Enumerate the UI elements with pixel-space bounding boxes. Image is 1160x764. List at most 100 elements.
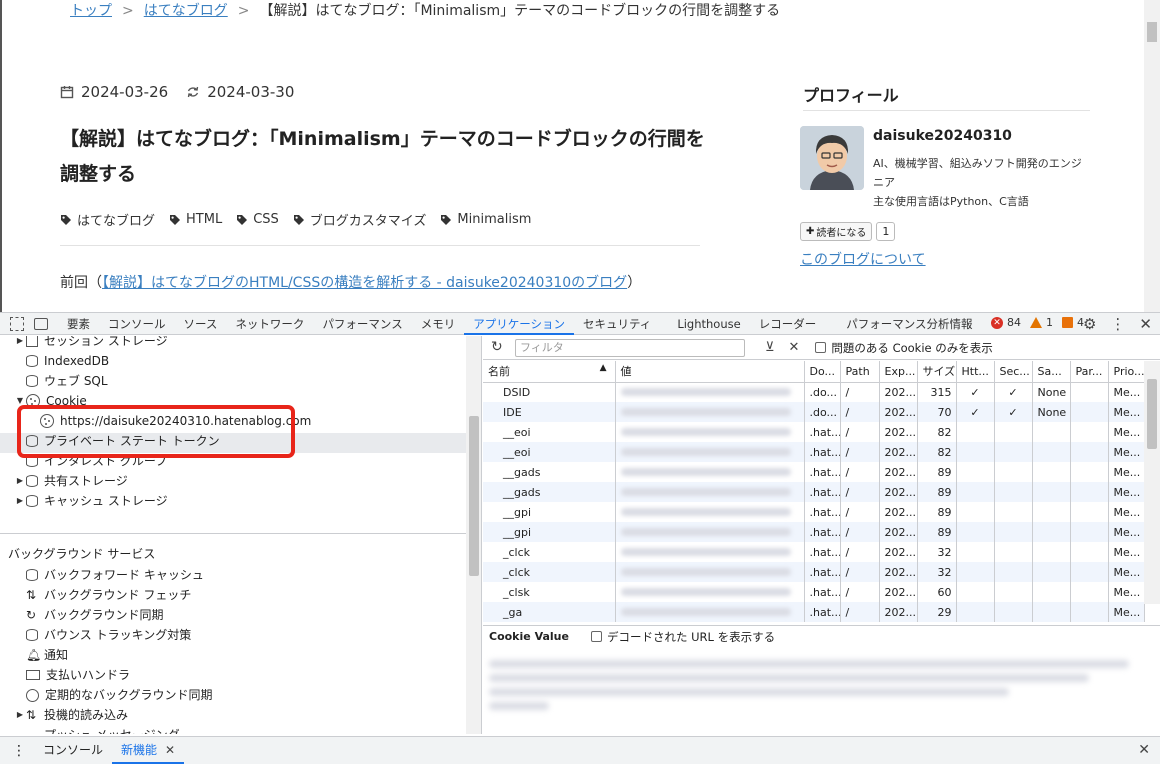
column-header[interactable]: 値 — [615, 361, 805, 383]
column-header[interactable]: サイズ — [917, 361, 957, 383]
delete-selected-icon[interactable]: ✕ — [789, 340, 800, 355]
tab-memory[interactable]: メモリ — [412, 313, 465, 335]
table-row[interactable]: _clsk .hat.../202... 60 Me... — [483, 582, 1145, 602]
more-vertical-icon[interactable]: ⋮ — [1110, 315, 1125, 333]
tag-item[interactable]: ブログカスタマイズ — [293, 210, 426, 229]
drawer-close-icon[interactable]: ✕ — [1138, 742, 1150, 758]
tree-item-websql[interactable]: ウェブ SQL — [14, 371, 108, 391]
decode-url-checkbox[interactable] — [590, 631, 602, 642]
profile-name[interactable]: daisuke20240310 — [873, 128, 1012, 144]
clear-all-icon[interactable]: ⊻ — [765, 340, 775, 355]
refresh-icon[interactable]: ↻ — [491, 339, 503, 355]
follow-button[interactable]: ✚ 読者になる — [800, 222, 873, 241]
tree-item-push-messaging[interactable]: ☁プッシュ メッセージング — [26, 725, 180, 734]
tree-item-periodic-sync[interactable]: 定期的なバックグラウンド同期 — [26, 685, 213, 705]
cookie-secure — [994, 442, 1033, 462]
cookie-size: 82 — [917, 442, 957, 462]
tree-item-session-storage[interactable]: ▶ セッション ストレージ — [14, 336, 168, 351]
table-row[interactable]: _clck .hat.../202... 32 Me... — [483, 562, 1145, 582]
close-icon[interactable]: ✕ — [1139, 315, 1152, 333]
tree-item-cache-storage[interactable]: ▶ キャッシュ ストレージ — [14, 491, 168, 511]
tree-item-speculative-loads[interactable]: ▶ ⇅ 投機的読み込み — [14, 705, 128, 725]
column-header[interactable]: Prio... — [1108, 361, 1145, 383]
tree-item-bfcache[interactable]: バックフォワード キャッシュ — [26, 565, 204, 585]
tag-item[interactable]: Minimalism — [440, 210, 531, 229]
cookie-value-redacted — [489, 654, 1149, 716]
column-header[interactable]: Exp... — [879, 361, 918, 383]
article-tags: はてなブログ HTML CSS ブログカスタマイズ Minimalism — [60, 210, 545, 229]
tree-item-bounce-tracking[interactable]: バウンス トラッキング対策 — [26, 625, 191, 645]
tag-item[interactable]: はてなブログ — [60, 210, 155, 229]
tab-console[interactable]: コンソール — [99, 313, 175, 335]
cookie-name: IDE — [483, 402, 616, 422]
tab-application[interactable]: アプリケーション — [464, 313, 574, 335]
table-row[interactable]: _clck .hat.../202... 32 Me... — [483, 542, 1145, 562]
cookie-samesite — [1032, 482, 1071, 502]
tab-performance[interactable]: パフォーマンス — [313, 313, 411, 335]
expand-arrow-icon[interactable]: ▶ — [14, 471, 26, 491]
drawer-tab-whats-new[interactable]: 新機能 ✕ — [112, 737, 185, 764]
gear-icon[interactable]: ⚙ — [1083, 315, 1096, 333]
drawer-tab-console[interactable]: コンソール — [34, 737, 112, 764]
column-header[interactable]: Sec... — [994, 361, 1033, 383]
table-row[interactable]: __gads .hat.../202... 89 Me... — [483, 482, 1145, 502]
cookie-samesite — [1032, 522, 1071, 542]
inspect-element-icon[interactable] — [10, 316, 24, 331]
table-row[interactable]: DSID .do.../202... 315 ✓ ✓ None Me... — [483, 382, 1145, 402]
expand-arrow-icon[interactable]: ▶ — [14, 336, 26, 351]
tab-network[interactable]: ネットワーク — [226, 313, 313, 335]
tree-item-payment-handler[interactable]: 支払いハンドラ — [26, 665, 130, 685]
breadcrumb-blog-link[interactable]: はてなブログ — [144, 3, 228, 19]
cookie-size: 89 — [917, 482, 957, 502]
table-row[interactable]: _ga .hat.../202... 29 Me... — [483, 602, 1145, 622]
tab-security[interactable]: セキュリティ — [574, 313, 660, 335]
tab-performance-insights[interactable]: パフォーマンス分析情報 — [837, 313, 981, 335]
column-header[interactable]: 名前 ▲ — [483, 361, 616, 383]
breadcrumb-home-link[interactable]: トップ — [70, 3, 112, 19]
filter-input[interactable]: フィルタ — [515, 338, 745, 357]
table-row[interactable]: __gads .hat.../202... 89 Me... — [483, 462, 1145, 482]
tag-item[interactable]: CSS — [236, 210, 279, 229]
cookie-path: / — [840, 542, 880, 562]
column-header[interactable]: Htt... — [956, 361, 995, 383]
tree-item-background-fetch[interactable]: ⇅ バックグラウンド フェッチ — [26, 585, 191, 605]
table-row[interactable]: __eoi .hat.../202... 82 Me... — [483, 442, 1145, 462]
cookie-expires: 202... — [879, 522, 918, 542]
column-header[interactable]: Path — [840, 361, 880, 383]
only-issues-checkbox[interactable] — [815, 342, 827, 353]
table-row[interactable]: __gpi .hat.../202... 89 Me... — [483, 522, 1145, 542]
avatar[interactable] — [800, 126, 864, 190]
drawer-menu-icon[interactable]: ⋮ — [12, 743, 26, 759]
tree-item-shared-storage[interactable]: ▶ 共有ストレージ — [14, 471, 128, 491]
tab-sources[interactable]: ソース — [175, 313, 227, 335]
cookie-samesite — [1032, 422, 1071, 442]
table-scrollbar[interactable] — [1144, 361, 1160, 604]
follow-widget: ✚ 読者になる 1 — [800, 222, 896, 241]
cookie-httponly — [956, 422, 995, 442]
tab-lighthouse[interactable]: Lighthouse — [668, 313, 749, 335]
expand-arrow-icon[interactable]: ▶ — [14, 491, 26, 511]
tag-item[interactable]: HTML — [169, 210, 222, 229]
table-row[interactable]: IDE .do.../202... 70 ✓ ✓ None Me... — [483, 402, 1145, 422]
table-row[interactable]: __gpi .hat.../202... 89 Me... — [483, 502, 1145, 522]
tag-icon — [441, 214, 452, 225]
close-icon[interactable]: ✕ — [165, 743, 175, 757]
column-header[interactable]: Sa... — [1032, 361, 1071, 383]
cookie-priority: Me... — [1108, 542, 1145, 562]
page-scrollbar[interactable] — [1144, 0, 1160, 312]
tab-recorder[interactable]: レコーダー — [750, 313, 826, 335]
previous-article-link[interactable]: 【解説】はてなブログのHTML/CSSの構造を解析する - daisuke202… — [102, 275, 627, 291]
device-toolbar-icon[interactable] — [34, 317, 48, 330]
tab-elements[interactable]: 要素 — [58, 313, 99, 335]
tree-item-background-sync[interactable]: ↻ バックグラウンド同期 — [26, 605, 164, 625]
cookie-name: __gpi — [483, 522, 616, 542]
table-row[interactable]: __eoi .hat.../202... 82 Me... — [483, 422, 1145, 442]
tree-item-indexeddb[interactable]: IndexedDB — [14, 351, 109, 371]
about-blog-link[interactable]: このブログについて — [800, 249, 926, 269]
sidebar-scrollbar[interactable] — [466, 336, 481, 734]
column-header[interactable]: Par... — [1070, 361, 1109, 383]
column-header[interactable]: Do... — [804, 361, 841, 383]
expand-arrow-icon[interactable]: ▶ — [14, 705, 26, 725]
tree-item-notifications[interactable]: 🔔︎ 通知 — [26, 645, 68, 665]
cookie-httponly — [956, 522, 995, 542]
